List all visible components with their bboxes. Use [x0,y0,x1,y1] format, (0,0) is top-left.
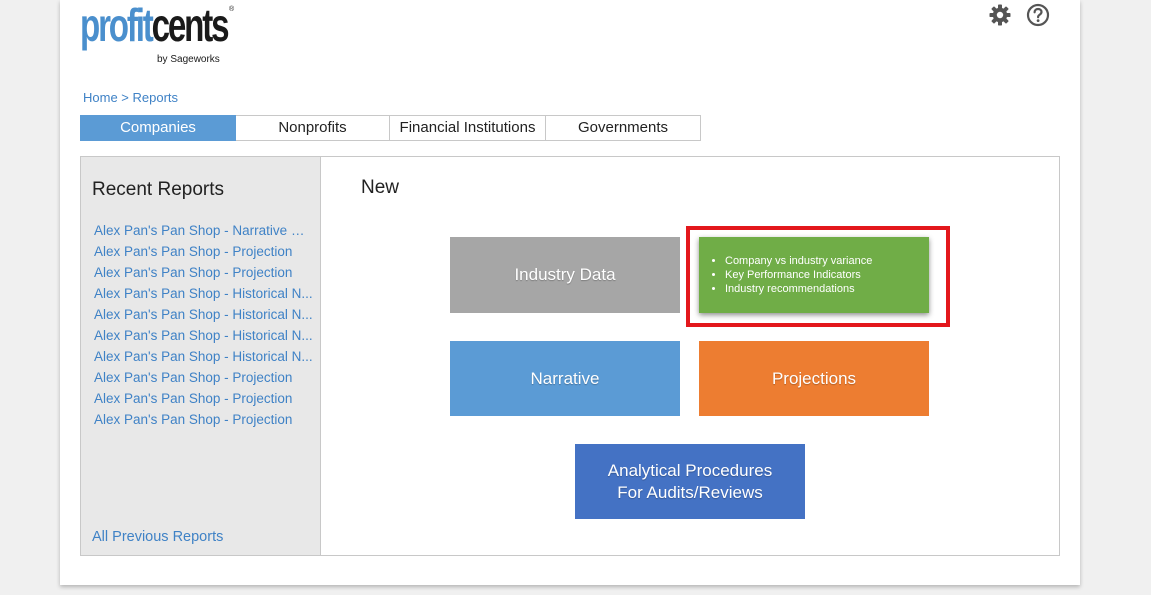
recent-report-link[interactable]: Alex Pan's Pan Shop - Historical N... [94,346,314,367]
recent-reports-list: Alex Pan's Pan Shop - Narrative wi... Al… [94,220,314,430]
tab-governments[interactable]: Governments [546,115,701,141]
industry-data-label: Industry Data [514,265,616,284]
tab-financial-institutions[interactable]: Financial Institutions [390,115,546,141]
projections-tile[interactable]: Projections [699,341,929,416]
benchmark-features-list: Company vs industry variance Key Perform… [699,254,872,296]
registered-mark: ® [229,6,235,13]
breadcrumb-home-link[interactable]: Home [83,90,118,105]
tab-nonprofits[interactable]: Nonprofits [236,115,390,141]
help-icon[interactable] [1026,3,1050,27]
logo-word-profit: profit [80,0,154,51]
breadcrumb-reports-link[interactable]: Reports [133,90,179,105]
industry-data-tile[interactable]: Industry Data [450,237,680,313]
benchmark-feature-item: Key Performance Indicators [725,268,872,282]
profitcents-logo[interactable]: profitcents ® by Sageworks [80,0,240,70]
benchmark-feature-item: Industry recommendations [725,282,872,296]
reports-panel: Recent Reports Alex Pan's Pan Shop - Nar… [80,156,1060,556]
recent-report-link[interactable]: Alex Pan's Pan Shop - Projection [94,262,314,283]
recent-report-link[interactable]: Alex Pan's Pan Shop - Historical N... [94,304,314,325]
analytical-label-line2: For Audits/Reviews [617,482,763,502]
analytical-procedures-tile[interactable]: Analytical Procedures For Audits/Reviews [575,444,805,519]
analytical-label-line1: Analytical Procedures [607,460,773,480]
benchmark-feature-item: Company vs industry variance [725,254,872,268]
narrative-label: Narrative [530,368,600,388]
recent-report-link[interactable]: Alex Pan's Pan Shop - Narrative wi... [94,220,314,241]
page-container: profitcents ® by Sageworks Home > Report… [60,0,1080,585]
logo-byline: by Sageworks [157,54,220,65]
benchmark-tile[interactable]: Company vs industry variance Key Perform… [699,237,929,313]
logo-word-cents: cents [151,0,230,51]
recent-report-link[interactable]: Alex Pan's Pan Shop - Projection [94,241,314,262]
recent-report-link[interactable]: Alex Pan's Pan Shop - Projection [94,367,314,388]
recent-report-link[interactable]: Alex Pan's Pan Shop - Historical N... [94,325,314,346]
breadcrumb-separator: > [117,90,133,105]
recent-report-link[interactable]: Alex Pan's Pan Shop - Historical N... [94,283,314,304]
new-report-title: New [361,177,400,198]
recent-report-link[interactable]: Alex Pan's Pan Shop - Projection [94,409,314,430]
narrative-tile[interactable]: Narrative [450,341,680,416]
recent-reports-title: Recent Reports [92,179,225,200]
recent-reports-sidebar: Recent Reports Alex Pan's Pan Shop - Nar… [81,157,321,555]
logo-wordmark: profitcents [80,0,230,54]
breadcrumb: Home > Reports [83,90,178,105]
gear-icon[interactable] [988,3,1012,27]
all-previous-reports-link[interactable]: All Previous Reports [92,529,223,545]
recent-report-link[interactable]: Alex Pan's Pan Shop - Projection [94,388,314,409]
tab-companies[interactable]: Companies [80,115,236,141]
entity-type-tabs: Companies Nonprofits Financial Instituti… [80,115,701,141]
projections-label: Projections [771,368,857,388]
